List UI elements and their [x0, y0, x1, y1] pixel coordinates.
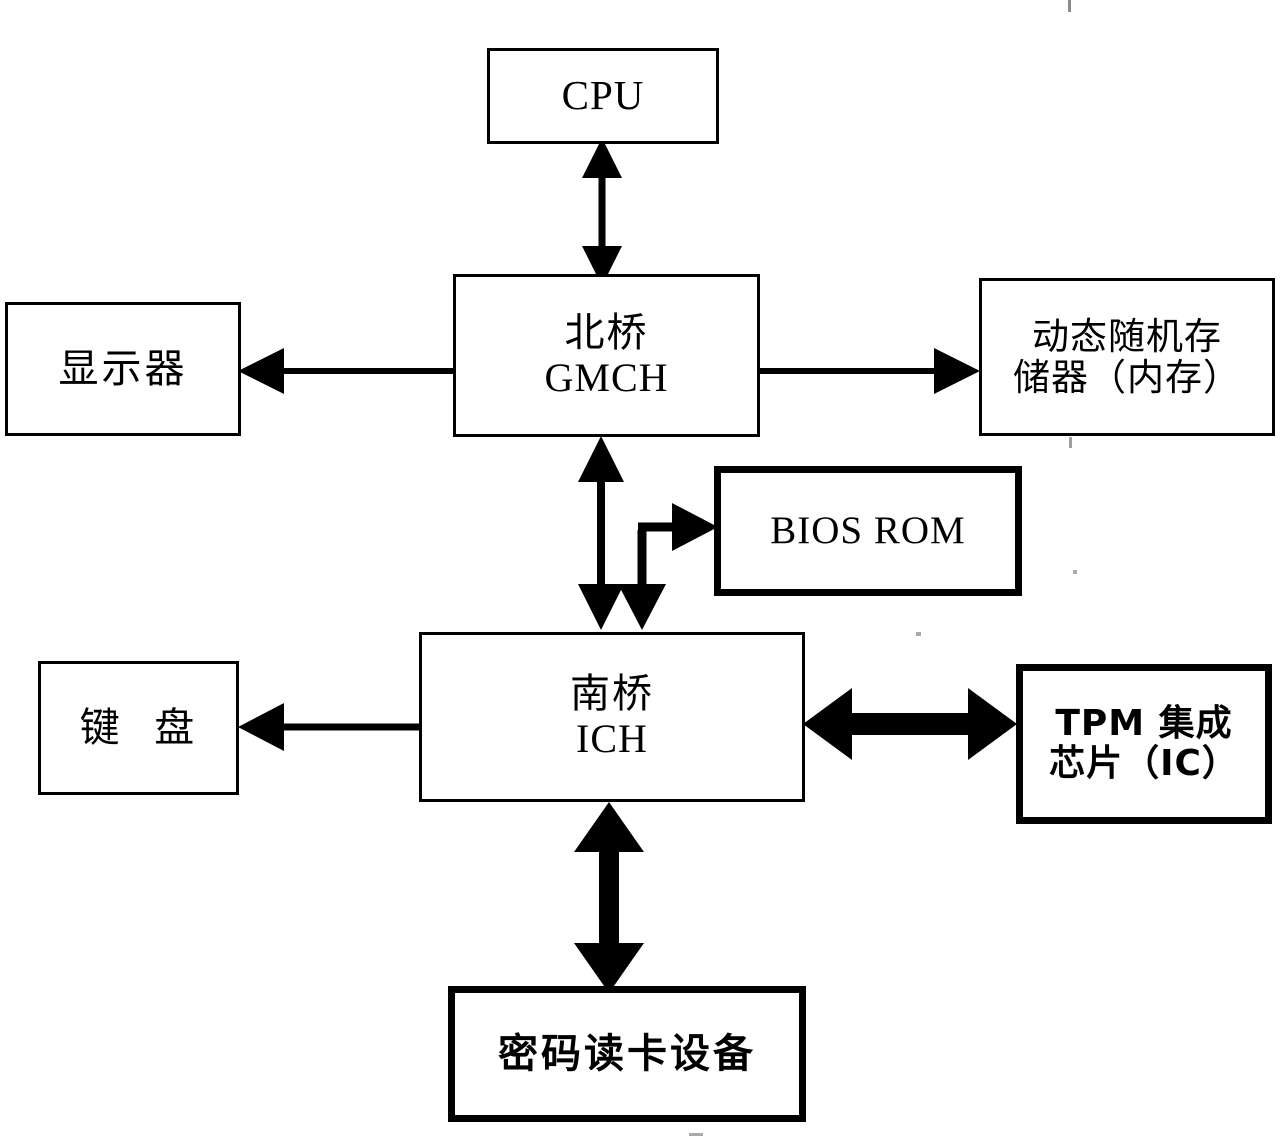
scan-artifact: [916, 632, 921, 636]
dram-label-line2: 储器（内存）: [1013, 356, 1241, 399]
keyboard-label: 键 盘: [79, 704, 198, 751]
tpm-label-line2: 芯片（IC）: [1049, 743, 1239, 784]
north-bridge-label-cn: 北桥: [564, 309, 649, 356]
scan-artifact: [1068, 0, 1071, 12]
edge-northbridge-display: [238, 348, 453, 394]
card-reader-box[interactable]: 密码读卡设备: [448, 986, 806, 1122]
south-bridge-box[interactable]: 南桥 ICH: [419, 632, 805, 802]
edge-cpu-northbridge: [582, 138, 622, 286]
south-bridge-label-cn: 南桥: [570, 671, 654, 718]
tpm-label-line1: TPM 集成: [1055, 702, 1233, 744]
keyboard-box[interactable]: 键 盘: [38, 661, 239, 795]
cpu-box[interactable]: CPU: [487, 48, 719, 144]
block-diagram: CPU 北桥 GMCH 显示器 动态随机存 储器（内存） BIOS ROM 南桥…: [0, 0, 1282, 1139]
dram-box[interactable]: 动态随机存 储器（内存）: [979, 278, 1275, 436]
bios-rom-label: BIOS ROM: [770, 509, 966, 553]
south-bridge-label-en: ICH: [576, 716, 648, 761]
scan-artifact: [1069, 437, 1072, 448]
tpm-box[interactable]: TPM 集成 芯片（IC）: [1016, 664, 1272, 824]
edge-southbridge-tpm: [803, 688, 1017, 760]
edge-southbridge-cardreader: [574, 802, 644, 993]
card-reader-label: 密码读卡设备: [498, 1030, 756, 1077]
edge-southbridge-keyboard: [238, 703, 420, 751]
scan-artifact: [689, 1133, 703, 1136]
scan-artifact: [1073, 570, 1077, 574]
bios-rom-box[interactable]: BIOS ROM: [714, 466, 1022, 596]
edge-northbridge-southbridge: [578, 436, 624, 630]
edge-northbridge-dram: [760, 348, 980, 394]
display-label: 显示器: [58, 345, 188, 392]
dram-label-line1: 动态随机存: [1032, 314, 1222, 358]
cpu-label: CPU: [561, 72, 645, 119]
display-box[interactable]: 显示器: [5, 302, 241, 436]
north-bridge-box[interactable]: 北桥 GMCH: [453, 274, 760, 437]
north-bridge-label-en: GMCH: [544, 354, 669, 400]
edge-southbridge-bios: [618, 503, 718, 630]
diagram-connector-canvas: [238, 138, 1017, 993]
